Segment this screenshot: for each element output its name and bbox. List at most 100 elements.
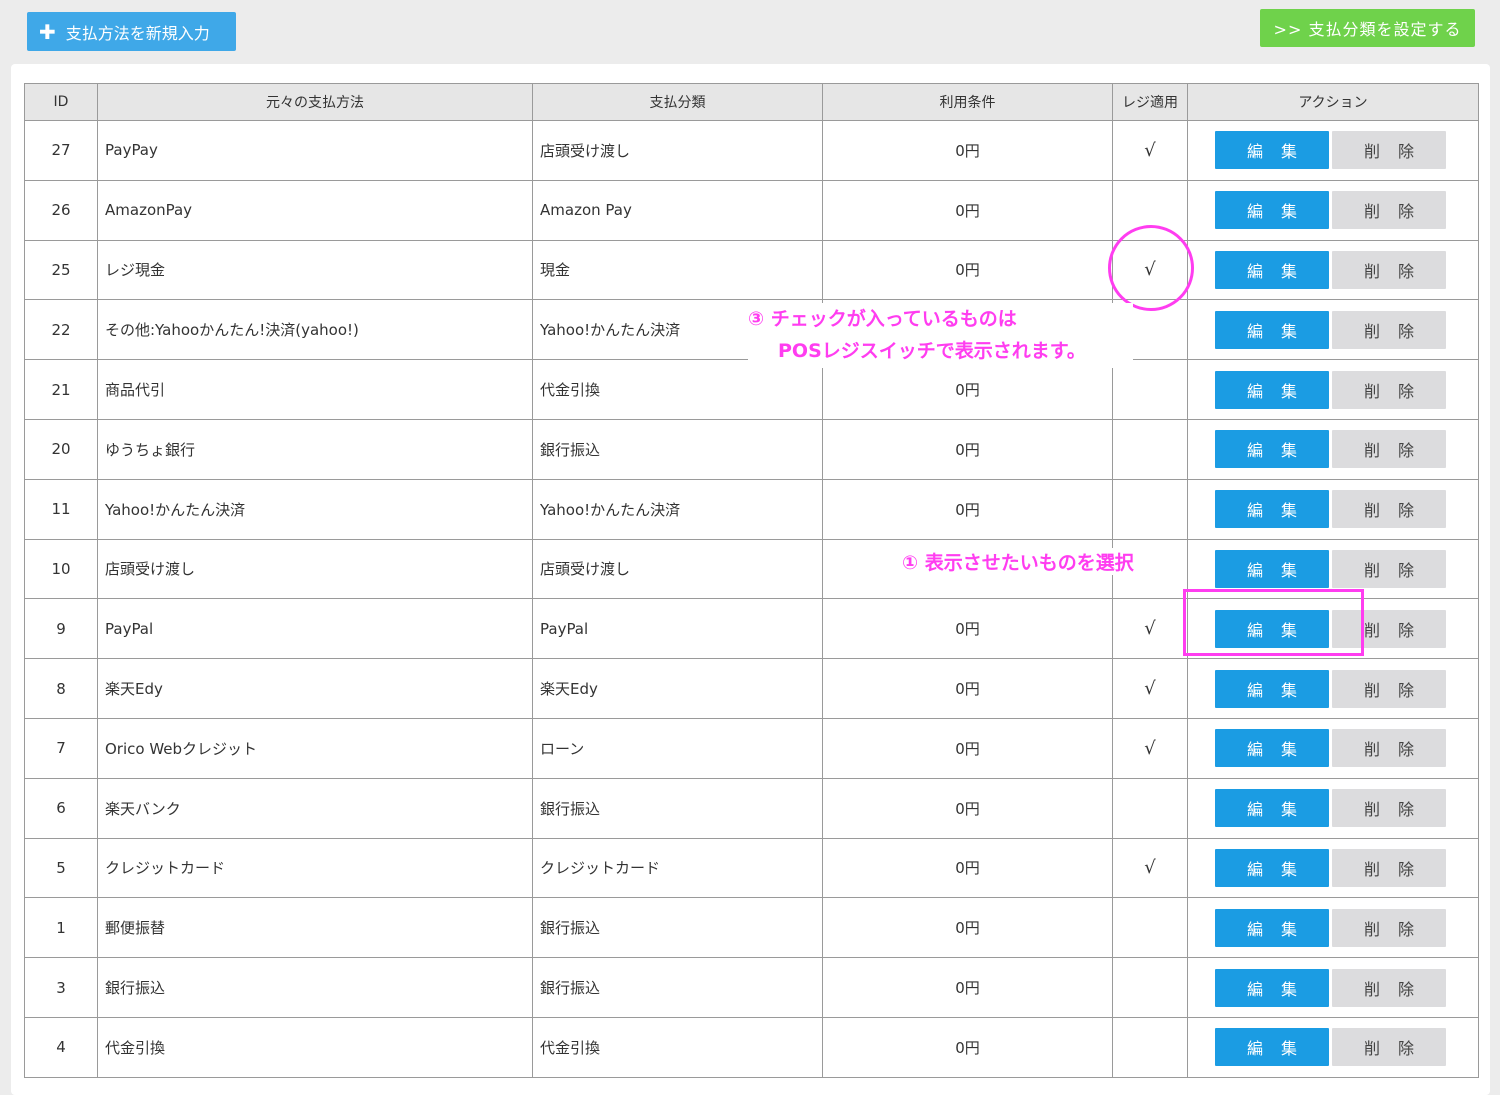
delete-button[interactable]: 削除 [1332,131,1446,170]
annotation-note-1: ① 表示させたいものを選択 [902,548,1138,575]
cell-pos-check [1112,359,1188,420]
cell-category: ローン [532,717,823,779]
edit-button[interactable]: 編集 [1215,729,1329,768]
cell-original-method: PayPal [97,598,533,660]
edit-button[interactable]: 編集 [1215,310,1329,349]
cell-actions: 編集 削除 [1187,359,1479,420]
header-action: アクション [1187,83,1479,121]
delete-button[interactable]: 削除 [1332,250,1446,289]
table-row: 27 PayPay 店頭受け渡し 0円 √ 編集 削除 [24,120,1479,181]
edit-button[interactable]: 編集 [1215,669,1329,708]
delete-button[interactable]: 削除 [1332,310,1446,349]
cell-original-method: 商品代引 [97,359,533,420]
delete-button[interactable]: 削除 [1332,729,1446,768]
cell-pos-check [1112,1016,1188,1078]
delete-button[interactable]: 削除 [1332,789,1446,828]
delete-button[interactable]: 削除 [1332,549,1446,588]
header-category: 支払分類 [532,83,823,121]
edit-button[interactable]: 編集 [1215,370,1329,409]
cell-id: 5 [24,837,98,899]
edit-button[interactable]: 編集 [1215,549,1329,588]
cell-category: 代金引換 [532,359,823,420]
cell-original-method: Orico Webクレジット [97,717,533,779]
cell-id: 7 [24,717,98,779]
cell-condition: 0円 [822,478,1113,540]
cell-original-method: AmazonPay [97,179,533,241]
cell-id: 9 [24,598,98,660]
annotation-note-3-line1: ③ チェックが入っているものは [748,308,1017,330]
delete-button[interactable]: 削除 [1332,1028,1446,1067]
cell-original-method: 楽天バンク [97,777,533,839]
cell-condition: 0円 [822,777,1113,839]
cell-category: 銀行振込 [532,418,823,480]
cell-pos-check [1112,957,1188,1018]
cell-pos-check: √ [1112,120,1188,181]
annotation-note-3-line2: POSレジスイッチで表示されます。 [778,340,1086,362]
table-row: 7 Orico Webクレジット ローン 0円 √ 編集 削除 [24,717,1479,779]
delete-button[interactable]: 削除 [1332,968,1446,1007]
table-row: 26 AmazonPay Amazon Pay 0円 編集 削除 [24,179,1479,241]
cell-original-method: ゆうちょ銀行 [97,418,533,480]
cell-condition: 0円 [822,239,1113,301]
table-row: 20 ゆうちょ銀行 銀行振込 0円 編集 削除 [24,418,1479,480]
plus-icon: ✚ [39,19,56,44]
cell-id: 6 [24,777,98,839]
cell-id: 8 [24,658,98,719]
cell-category: Amazon Pay [532,179,823,241]
delete-button[interactable]: 削除 [1332,669,1446,708]
cell-id: 1 [24,897,98,959]
cell-id: 3 [24,957,98,1018]
cell-condition: 0円 [822,658,1113,719]
edit-button[interactable]: 編集 [1215,131,1329,170]
cell-actions: 編集 削除 [1187,957,1479,1018]
cell-id: 11 [24,478,98,540]
set-payment-category-button[interactable]: >> 支払分類を設定する [1260,9,1475,47]
cell-category: 代金引換 [532,1016,823,1078]
cell-category: 楽天Edy [532,658,823,719]
cell-original-method: Yahoo!かんたん決済 [97,478,533,540]
annotation-note-3: ③ チェックが入っているものは POSレジスイッチで表示されます。 [748,303,1133,368]
cell-pos-check [1112,897,1188,959]
cell-condition: 0円 [822,837,1113,899]
table-row: 6 楽天バンク 銀行振込 0円 編集 削除 [24,777,1479,839]
cell-category: Yahoo!かんたん決済 [532,478,823,540]
edit-button[interactable]: 編集 [1215,430,1329,469]
edit-button[interactable]: 編集 [1215,848,1329,887]
cell-actions: 編集 削除 [1187,658,1479,719]
header-id: ID [24,83,98,121]
cell-category: 店頭受け渡し [532,120,823,181]
table-row: 11 Yahoo!かんたん決済 Yahoo!かんたん決済 0円 編集 削除 [24,478,1479,540]
cell-original-method: その他:Yahooかんたん!決済(yahoo!) [97,299,533,361]
new-payment-method-button[interactable]: ✚ 支払方法を新規入力 [27,12,236,51]
delete-button[interactable]: 削除 [1332,490,1446,529]
cell-original-method: PayPay [97,120,533,181]
delete-button[interactable]: 削除 [1332,370,1446,409]
table-row: 8 楽天Edy 楽天Edy 0円 √ 編集 削除 [24,658,1479,719]
cell-condition: 0円 [822,717,1113,779]
cell-pos-check [1112,777,1188,839]
delete-button[interactable]: 削除 [1332,848,1446,887]
cell-category: 銀行振込 [532,897,823,959]
cell-category: クレジットカード [532,837,823,899]
edit-button[interactable]: 編集 [1215,191,1329,230]
edit-button[interactable]: 編集 [1215,968,1329,1007]
edit-button[interactable]: 編集 [1215,908,1329,947]
payment-methods-table: ID 元々の支払方法 支払分類 利用条件 レジ適用 アクション 27 PayPay… [24,83,1479,1078]
delete-button[interactable]: 削除 [1332,430,1446,469]
delete-button[interactable]: 削除 [1332,191,1446,230]
cell-condition: 0円 [822,957,1113,1018]
cell-actions: 編集 削除 [1187,120,1479,181]
table-row: 21 商品代引 代金引換 0円 編集 削除 [24,359,1479,420]
edit-button[interactable]: 編集 [1215,789,1329,828]
delete-button[interactable]: 削除 [1332,908,1446,947]
table-row: 4 代金引換 代金引換 0円 編集 削除 [24,1016,1479,1078]
cell-condition: 0円 [822,598,1113,660]
edit-button[interactable]: 編集 [1215,250,1329,289]
cell-actions: 編集 削除 [1187,299,1479,361]
cell-category: 現金 [532,239,823,301]
header-original-method: 元々の支払方法 [97,83,533,121]
edit-button[interactable]: 編集 [1215,490,1329,529]
cell-id: 22 [24,299,98,361]
edit-button[interactable]: 編集 [1215,1028,1329,1067]
table-row: 25 レジ現金 現金 0円 √ 編集 削除 [24,239,1479,301]
